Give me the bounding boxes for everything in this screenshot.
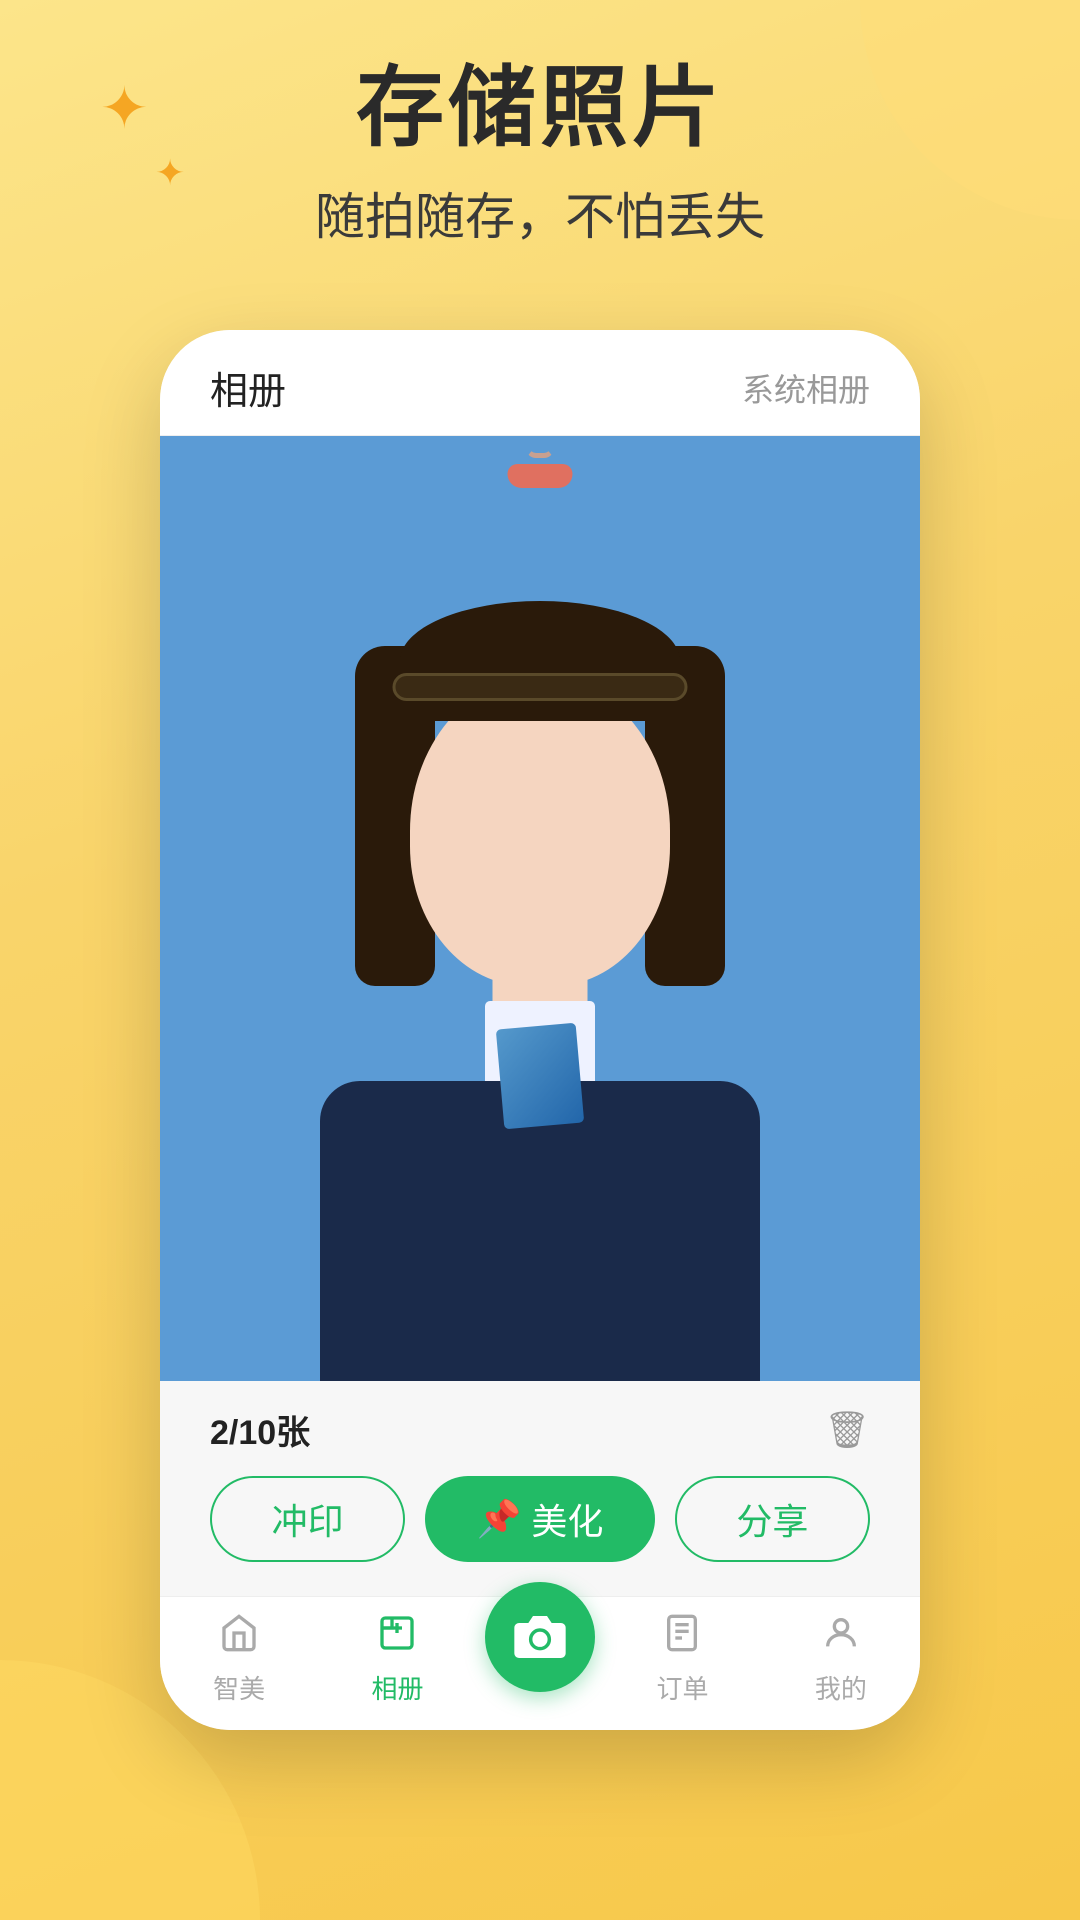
headband xyxy=(393,673,688,701)
nav-item-camera[interactable] xyxy=(477,1628,604,1692)
beautify-label: 美化 xyxy=(531,1493,603,1545)
main-title: 存储照片 xyxy=(0,60,1080,157)
pin-icon: 📌 xyxy=(477,1498,522,1540)
profile-icon xyxy=(821,1613,861,1663)
nav-item-order[interactable]: 订单 xyxy=(603,1613,761,1706)
hair-top xyxy=(400,601,680,721)
nav-label-profile: 我的 xyxy=(815,1669,867,1706)
home-icon xyxy=(219,1613,259,1663)
photo-display xyxy=(160,436,920,1381)
lips xyxy=(508,464,573,488)
share-button[interactable]: 分享 xyxy=(675,1476,870,1562)
action-buttons-row: 冲印 📌 美化 分享 xyxy=(210,1476,870,1562)
phone-mockup: 相册 系统相册 xyxy=(160,330,920,1730)
photo-count-display: 2/10张 xyxy=(210,1414,310,1452)
portrait-photo xyxy=(160,436,920,1381)
delete-icon[interactable]: 🗑 xyxy=(824,1409,870,1451)
nav-item-zhimei[interactable]: 智美 xyxy=(160,1613,318,1706)
system-album-label[interactable]: 系统相册 xyxy=(742,365,870,411)
photo-count: 2/10张 xyxy=(210,1405,310,1454)
bottom-action-area: 2/10张 🗑 冲印 📌 美化 分享 xyxy=(160,1381,920,1596)
print-button[interactable]: 冲印 xyxy=(210,1476,405,1562)
nav-label-album: 相册 xyxy=(371,1669,423,1706)
beautify-button[interactable]: 📌 美化 xyxy=(425,1476,655,1562)
nav-item-profile[interactable]: 我的 xyxy=(762,1613,920,1706)
nav-label-order: 订单 xyxy=(656,1669,708,1706)
album-icon xyxy=(377,1613,417,1663)
camera-button[interactable] xyxy=(485,1582,595,1692)
order-icon xyxy=(662,1613,702,1663)
sub-title: 随拍随存，不怕丢失 xyxy=(0,177,1080,249)
nav-item-album[interactable]: 相册 xyxy=(318,1613,476,1706)
nav-label-zhimei: 智美 xyxy=(213,1669,265,1706)
album-title: 相册 xyxy=(210,360,286,415)
face xyxy=(410,676,670,986)
nose xyxy=(526,436,554,458)
necktie xyxy=(496,1023,584,1130)
heading-area: 存储照片 随拍随存，不怕丢失 xyxy=(0,60,1080,249)
photo-count-row: 2/10张 🗑 xyxy=(210,1405,870,1454)
bottom-navigation: 智美 相册 xyxy=(160,1596,920,1730)
phone-topbar: 相册 系统相册 xyxy=(160,330,920,436)
